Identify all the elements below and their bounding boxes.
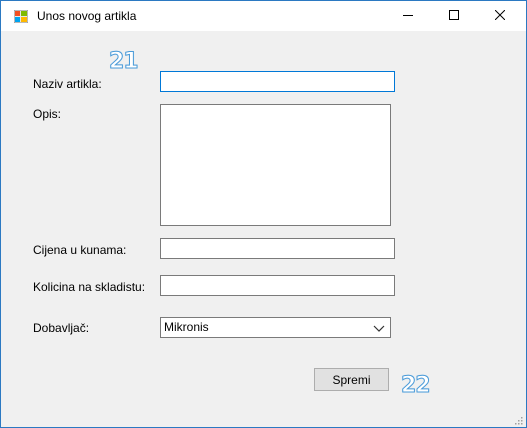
dobavljac-dropdown[interactable]: Mikronis: [160, 317, 391, 338]
kolicina-input[interactable]: [160, 275, 395, 296]
maximize-icon: [449, 9, 459, 23]
close-button[interactable]: [477, 1, 523, 31]
naziv-label: Naziv artikla:: [33, 77, 102, 91]
annotation-marker-22: 22: [401, 373, 432, 399]
naziv-input[interactable]: [160, 71, 395, 92]
windows-form-icon: [13, 9, 29, 24]
kolicina-label: Kolicina na skladistu:: [33, 280, 146, 294]
save-button[interactable]: Spremi: [314, 368, 389, 391]
title-bar[interactable]: Unos novog artikla: [1, 1, 526, 31]
maximize-button[interactable]: [431, 1, 477, 31]
window-title: Unos novog artikla: [37, 9, 137, 23]
opis-textarea[interactable]: [160, 104, 391, 226]
annotation-marker-21: 21: [109, 49, 140, 75]
dobavljac-selected-value: Mikronis: [164, 320, 209, 334]
cijena-label: Cijena u kunama:: [33, 243, 127, 257]
close-icon: [494, 9, 506, 23]
minimize-button[interactable]: [385, 1, 431, 31]
minimize-icon: [403, 9, 413, 23]
cijena-input[interactable]: [160, 238, 395, 259]
app-window: Unos novog artikla 21 Naziv artikla: Opi…: [0, 0, 527, 428]
opis-label: Opis:: [33, 107, 62, 121]
form-client-area: 21 Naziv artikla: Opis: Cijena u kunama:…: [1, 31, 526, 427]
dobavljac-label: Dobavljač:: [33, 321, 90, 335]
chevron-down-icon: [373, 322, 385, 334]
resize-grip-icon[interactable]: [513, 414, 523, 425]
